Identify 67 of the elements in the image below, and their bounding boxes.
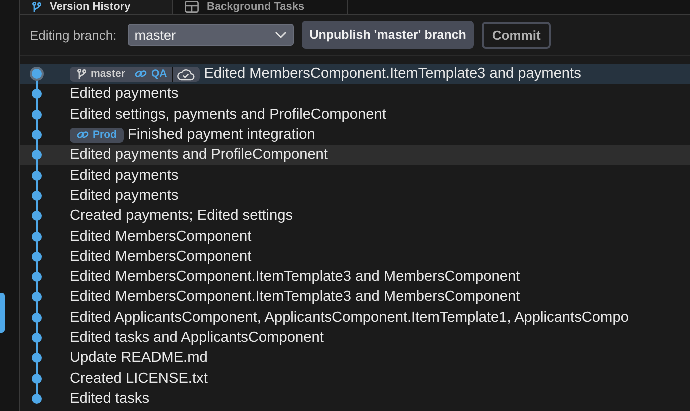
commit-dot bbox=[32, 312, 42, 323]
commit-row[interactable]: Created LICENSE.txt bbox=[20, 368, 690, 389]
branch-tag: master bbox=[72, 68, 130, 80]
tab[interactable]: Background Tasks bbox=[173, 0, 348, 14]
chevron-down-icon bbox=[274, 31, 287, 39]
commit-dot bbox=[32, 252, 42, 262]
commit-message: Edited tasks bbox=[70, 390, 150, 407]
commit-message: Finished payment integration bbox=[128, 127, 316, 144]
unpublish-button[interactable]: Unpublish 'master' branch bbox=[302, 21, 474, 49]
commit-message: Edited payments bbox=[70, 188, 179, 204]
commit-dot bbox=[32, 333, 42, 343]
commit-dot bbox=[32, 272, 42, 282]
commit-row[interactable]: Update README.md bbox=[20, 348, 690, 368]
commit-message: Edited MembersComponent.ItemTemplate3 and MembersComponent bbox=[70, 289, 520, 306]
branch-icon bbox=[77, 68, 87, 80]
commit-message: Edited payments bbox=[70, 86, 179, 102]
commit-row[interactable]: Edited tasks bbox=[20, 388, 690, 410]
commit-message: Edited tasks and ApplicantsComponent bbox=[70, 330, 324, 346]
commit-message: Edited MembersComponent bbox=[70, 228, 252, 245]
commit-dot bbox=[32, 150, 42, 160]
commit-row[interactable]: Prod Finished payment integration bbox=[20, 124, 690, 146]
sidebar-indicator[interactable] bbox=[0, 293, 5, 333]
commit-message: Edited MembersComponent.ItemTemplate3 and payments bbox=[204, 66, 582, 82]
commit-message: Edited ApplicantsComponent, ApplicantsComponent.ItemTemplate1, ApplicantsCompo bbox=[70, 310, 629, 326]
deploy-tag: Prod bbox=[72, 129, 122, 142]
commit-dot bbox=[32, 211, 42, 222]
link-icon bbox=[77, 130, 89, 140]
commit-dot bbox=[32, 394, 42, 404]
commit-row[interactable]: Edited tasks and ApplicantsComponent bbox=[20, 328, 690, 348]
commit-dot bbox=[32, 110, 42, 120]
commit-message: Update README.md bbox=[70, 350, 208, 366]
commit-row[interactable]: Edited settings, payments and ProfileComponent bbox=[20, 104, 690, 125]
deploy-tag: QA bbox=[130, 68, 172, 80]
commit-message: Created LICENSE.txt bbox=[70, 370, 208, 387]
field-label: Editing branch: bbox=[30, 28, 117, 42]
branch-icon bbox=[32, 2, 42, 12]
window-icon bbox=[185, 1, 199, 13]
tab[interactable]: Version History bbox=[20, 0, 173, 14]
commit-dot bbox=[32, 130, 42, 140]
branch-dropdown[interactable]: master bbox=[128, 24, 294, 46]
commit-row[interactable]: Edited payments and ProfileComponent bbox=[20, 145, 690, 166]
commit-dot bbox=[32, 89, 42, 100]
commit-row[interactable]: master QA Edited MembersComponent.ItemTemplate3 and payments bbox=[20, 64, 690, 84]
commit-dot bbox=[32, 190, 42, 201]
commit-message: Edited settings, payments and ProfileComponent bbox=[70, 106, 386, 123]
commit-dot bbox=[30, 67, 44, 82]
commit-message: Edited MembersComponent bbox=[70, 248, 252, 265]
commit-row[interactable]: Edited ApplicantsComponent, ApplicantsComponent.ItemTemplate1, ApplicantsCompo bbox=[20, 308, 690, 328]
commit-dot bbox=[32, 292, 42, 302]
commit-dot bbox=[32, 232, 42, 242]
commit-message: Created payments; Edited settings bbox=[70, 208, 294, 224]
commit-button[interactable]: Commit bbox=[482, 22, 551, 48]
commit-row[interactable]: Edited MembersComponent.ItemTemplate3 and MembersComponent bbox=[20, 266, 690, 288]
commit-dot bbox=[32, 374, 42, 384]
commit-row[interactable]: Edited MembersComponent bbox=[20, 246, 690, 267]
commit-dot bbox=[32, 353, 42, 364]
commit-row[interactable]: Created payments; Edited settings bbox=[20, 206, 690, 226]
commit-message: Edited payments bbox=[70, 168, 179, 184]
commit-row[interactable]: Edited payments bbox=[20, 84, 690, 105]
link-icon bbox=[135, 69, 148, 80]
commit-message: Edited payments and ProfileComponent bbox=[70, 147, 328, 164]
commit-row[interactable]: Edited MembersComponent.ItemTemplate3 and MembersComponent bbox=[20, 287, 690, 308]
commit-row[interactable]: Edited MembersComponent bbox=[20, 226, 690, 247]
commit-dot bbox=[32, 170, 42, 181]
commit-row[interactable]: Edited payments bbox=[20, 186, 690, 206]
commit-row[interactable]: Edited payments bbox=[20, 165, 690, 186]
commit-message: Edited MembersComponent.ItemTemplate3 and MembersComponent bbox=[70, 269, 520, 286]
